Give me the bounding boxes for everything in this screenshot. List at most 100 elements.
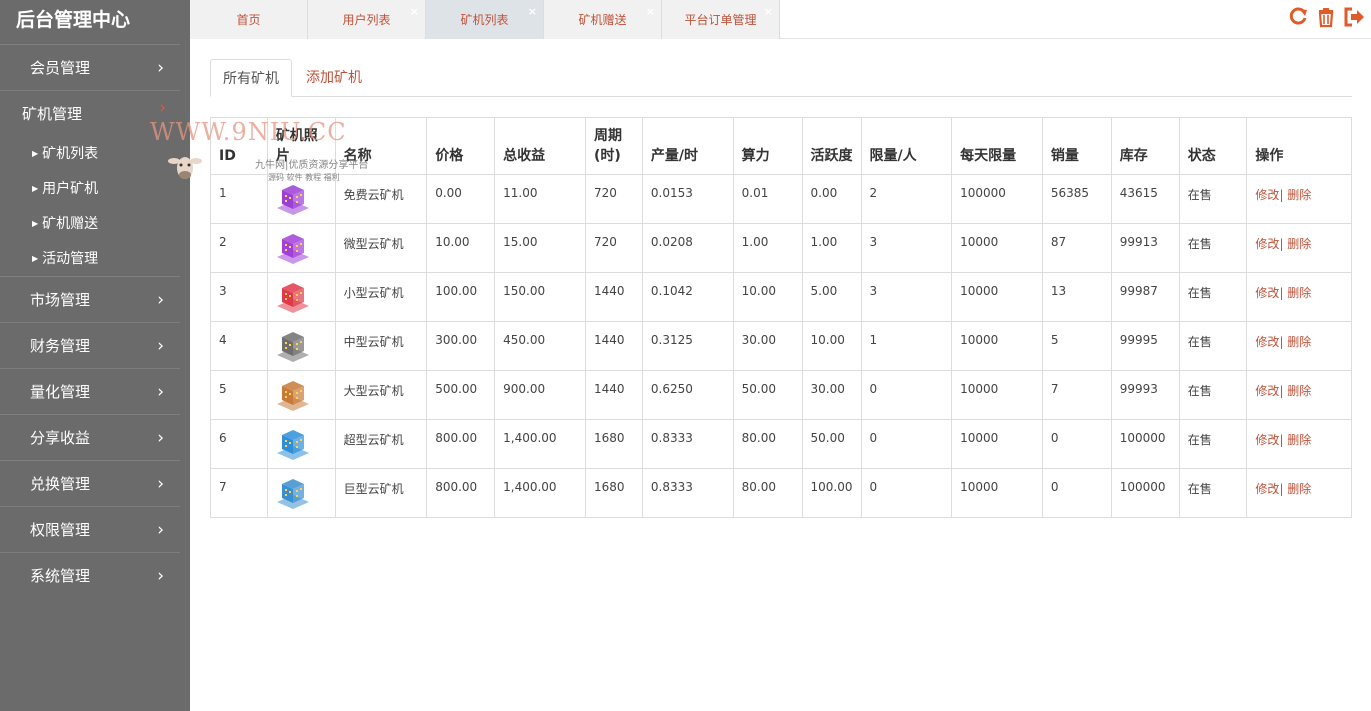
sidebar-item-3[interactable]: 财务管理 › (0, 322, 180, 368)
submenu-item-0[interactable]: ▶ 矿机列表 (0, 136, 190, 171)
tab-0[interactable]: 首页 (190, 0, 308, 39)
cell-limit: 1 (861, 321, 953, 371)
delete-link[interactable]: 删除 (1283, 286, 1311, 300)
cell-total: 15.00 (494, 223, 586, 273)
cell-output: 0.0153 (642, 174, 734, 224)
column-header: 算力 (733, 117, 803, 175)
sidebar-item-label: 分享收益 (30, 429, 91, 447)
cell-daily: 100000 (951, 174, 1043, 224)
cell-price: 300.00 (426, 321, 496, 371)
sidebar-item-5[interactable]: 分享收益 › (0, 414, 180, 460)
edit-link[interactable]: 修改 (1255, 482, 1279, 496)
cell-id: 3 (210, 272, 268, 322)
close-icon[interactable]: × (646, 0, 655, 32)
tab-4[interactable]: 平台订单管理 × (662, 0, 780, 39)
sidebar-item-0[interactable]: 会员管理 › (0, 44, 180, 90)
cell-stock: 43615 (1111, 174, 1180, 224)
submenu-item-label: 用户矿机 (42, 181, 99, 197)
cell-name: 小型云矿机 (335, 272, 428, 322)
cell-power: 80.00 (733, 419, 803, 469)
cell-stock: 99995 (1111, 321, 1180, 371)
cell-name: 微型云矿机 (335, 223, 428, 273)
miner-subtabs: 所有矿机 添加矿机 (210, 59, 1352, 97)
tab-all-miners[interactable]: 所有矿机 (210, 59, 292, 97)
tab-1[interactable]: 用户列表 × (308, 0, 426, 39)
sidebar: 后台管理中心 会员管理 › 矿机管理 › ▶ 矿机列表 ▶ 用户矿机 ▶ 矿机赠送 ▶ 活动管理 市场管… (0, 0, 190, 711)
edit-link[interactable]: 修改 (1255, 335, 1279, 349)
tab-2[interactable]: 矿机列表 × (426, 0, 544, 39)
sidebar-item-7[interactable]: 权限管理 › (0, 506, 180, 552)
submenu-item-1[interactable]: ▶ 用户矿机 (0, 171, 190, 206)
cell-stock: 100000 (1111, 419, 1180, 469)
triangle-right-icon: ▶ (32, 184, 39, 193)
cell-cycle: 720 (585, 223, 643, 273)
cell-limit: 0 (861, 419, 953, 469)
cell-id: 5 (210, 370, 268, 420)
column-header: 每天限量 (951, 117, 1043, 175)
cell-id: 4 (210, 321, 268, 371)
cell-status: 在售 (1179, 223, 1248, 273)
sidebar-item-2[interactable]: 市场管理 › (0, 276, 180, 322)
cell-sales: 0 (1042, 419, 1112, 469)
refresh-icon[interactable] (1287, 6, 1309, 28)
submenu-item-3[interactable]: ▶ 活动管理 (0, 241, 190, 276)
delete-link[interactable]: 删除 (1283, 384, 1311, 398)
cell-name: 超型云矿机 (335, 419, 428, 469)
cell-total: 1,400.00 (494, 468, 586, 518)
triangle-right-icon: ▶ (32, 254, 39, 263)
column-header: 总收益 (494, 117, 586, 175)
edit-link[interactable]: 修改 (1255, 384, 1279, 398)
trash-icon[interactable] (1315, 6, 1337, 28)
tab-3[interactable]: 矿机赠送 × (544, 0, 662, 39)
edit-link[interactable]: 修改 (1255, 237, 1279, 251)
logout-icon[interactable] (1343, 6, 1365, 28)
cell-power: 1.00 (733, 223, 803, 273)
chevron-right-icon: › (157, 474, 164, 494)
cell-id: 1 (210, 174, 268, 224)
delete-link[interactable]: 删除 (1283, 433, 1311, 447)
miner-cube-icon (276, 332, 309, 362)
miner-cube-icon (276, 381, 309, 411)
close-icon[interactable]: × (410, 0, 419, 32)
delete-link[interactable]: 删除 (1283, 188, 1311, 202)
table-body: 1 免费云矿机 0.00 11.00 720 0.0153 0.01 0.00 2 100000 5… (210, 174, 1352, 518)
submenu-item-2[interactable]: ▶ 矿机赠送 (0, 206, 190, 241)
column-header: ID (210, 117, 268, 175)
cell-name: 大型云矿机 (335, 370, 428, 420)
cell-status: 在售 (1179, 370, 1248, 420)
cell-sales: 87 (1042, 223, 1112, 273)
edit-link[interactable]: 修改 (1255, 433, 1279, 447)
cell-status: 在售 (1179, 468, 1248, 518)
cell-id: 6 (210, 419, 268, 469)
submenu-item-label: 矿机赠送 (42, 216, 99, 232)
miner-cube-icon (276, 185, 309, 215)
close-icon[interactable]: × (528, 0, 537, 32)
cell-active: 30.00 (802, 370, 862, 420)
miner-cube-icon (276, 283, 309, 313)
sidebar-item-6[interactable]: 兑换管理 › (0, 460, 180, 506)
sidebar-item-8[interactable]: 系统管理 › (0, 552, 180, 598)
sidebar-item-1[interactable]: 矿机管理 › (0, 90, 180, 136)
cell-active: 0.00 (802, 174, 862, 224)
delete-link[interactable]: 删除 (1283, 482, 1311, 496)
cell-daily: 10000 (951, 272, 1043, 322)
cell-daily: 10000 (951, 468, 1043, 518)
edit-link[interactable]: 修改 (1255, 286, 1279, 300)
tab-add-miner[interactable]: 添加矿机 (294, 59, 374, 97)
tab-label: 矿机列表 (460, 13, 509, 27)
table-row: 3 小型云矿机 100.00 150.00 1440 0.1042 10.00 5.00 3 10… (210, 272, 1352, 322)
column-header: 价格 (426, 117, 496, 175)
cell-actions: 修改| 删除 (1246, 321, 1352, 371)
delete-link[interactable]: 删除 (1283, 335, 1311, 349)
sidebar-item-4[interactable]: 量化管理 › (0, 368, 180, 414)
cell-total: 150.00 (494, 272, 586, 322)
cell-price: 800.00 (426, 468, 496, 518)
chevron-right-icon: › (157, 520, 164, 540)
edit-link[interactable]: 修改 (1255, 188, 1279, 202)
close-icon[interactable]: × (764, 0, 773, 32)
cell-sales: 5 (1042, 321, 1112, 371)
sidebar-item-label: 量化管理 (30, 383, 91, 401)
delete-link[interactable]: 删除 (1283, 237, 1311, 251)
tab-label: 首页 (236, 13, 261, 27)
cell-actions: 修改| 删除 (1246, 468, 1352, 518)
